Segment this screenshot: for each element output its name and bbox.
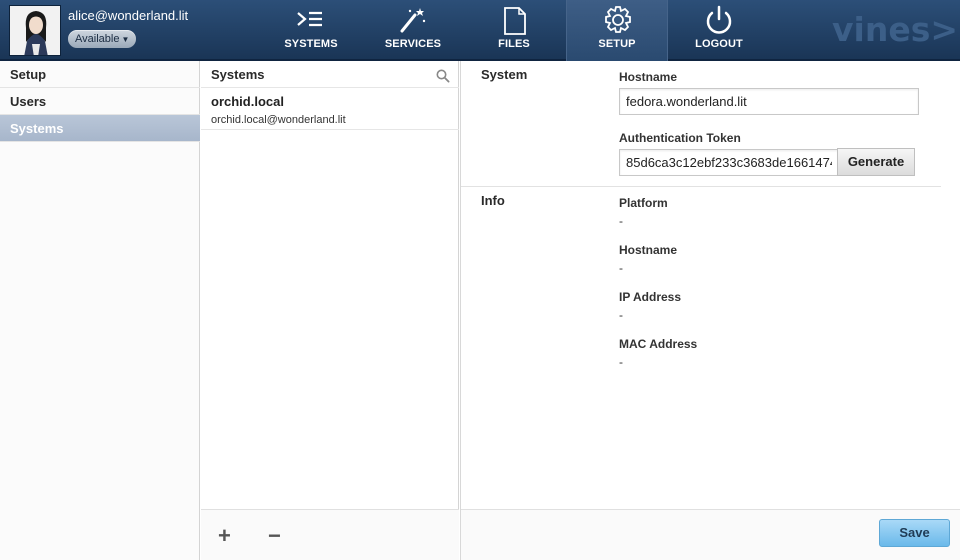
nav-label: FILES — [498, 38, 530, 50]
top-bar: alice@wonderland.lit Available ▼ SYSTEMS … — [0, 0, 960, 61]
ip-address-label: IP Address — [619, 290, 682, 304]
nav-files[interactable]: FILES — [463, 0, 565, 61]
platform-label: Platform — [619, 196, 668, 210]
system-section-title: System — [481, 67, 528, 82]
auth-token-input[interactable] — [619, 149, 839, 176]
file-icon — [463, 5, 565, 37]
nav-label: SERVICES — [384, 38, 442, 50]
detail-footer: Save — [461, 509, 960, 560]
presence-selector[interactable]: Available ▼ — [68, 30, 137, 48]
hostname-label: Hostname — [619, 70, 678, 84]
mac-address-value: - — [619, 355, 623, 369]
system-name: orchid.local — [211, 94, 284, 109]
generate-button[interactable]: Generate — [837, 148, 915, 176]
chevron-down-icon: ▼ — [121, 35, 130, 44]
magic-wand-icon — [362, 5, 464, 37]
info-hostname-value: - — [619, 261, 623, 275]
remove-system-button[interactable]: − — [268, 525, 281, 547]
mac-address-label: MAC Address — [619, 337, 698, 351]
vines-logo: vines> — [832, 10, 958, 49]
list-item[interactable]: orchid.local orchid.local@wonderland.lit — [201, 88, 459, 130]
terminal-icon — [260, 5, 362, 37]
add-system-button[interactable]: + — [218, 525, 231, 547]
presence-label: Available — [75, 33, 120, 45]
nav-services[interactable]: SERVICES — [362, 0, 464, 61]
hostname-input[interactable] — [619, 88, 919, 115]
info-hostname-label: Hostname — [619, 243, 678, 257]
divider — [461, 186, 941, 187]
setup-title: Setup — [10, 67, 47, 82]
nav-label: SETUP — [598, 38, 636, 50]
power-icon — [668, 5, 770, 37]
nav-label: SYSTEMS — [284, 38, 338, 50]
token-label: Authentication Token — [619, 131, 741, 145]
avatar[interactable] — [9, 5, 61, 56]
systems-title: Systems — [211, 67, 265, 82]
setup-sidebar: Setup Users Systems — [0, 61, 200, 560]
system-detail: System Hostname Authentication Token Gen… — [460, 61, 960, 560]
gear-icon — [567, 5, 667, 37]
system-jid: orchid.local@wonderland.lit — [211, 114, 346, 126]
systems-footer: + − — [201, 509, 459, 560]
nav-systems[interactable]: SYSTEMS — [260, 0, 362, 61]
sidebar-item-systems[interactable]: Systems — [0, 115, 200, 142]
nav-setup[interactable]: SETUP — [566, 0, 668, 61]
info-section-title: Info — [481, 193, 505, 208]
sidebar-item-users[interactable]: Users — [0, 88, 200, 115]
ip-address-value: - — [619, 308, 623, 322]
nav-label: LOGOUT — [695, 38, 743, 50]
user-jid: alice@wonderland.lit — [68, 8, 189, 23]
systems-header: Systems — [201, 61, 459, 88]
save-button[interactable]: Save — [879, 519, 950, 547]
search-icon[interactable] — [436, 69, 450, 86]
systems-panel: Systems orchid.local orchid.local@wonder… — [201, 61, 459, 560]
platform-value: - — [619, 214, 623, 228]
nav-logout[interactable]: LOGOUT — [668, 0, 770, 61]
